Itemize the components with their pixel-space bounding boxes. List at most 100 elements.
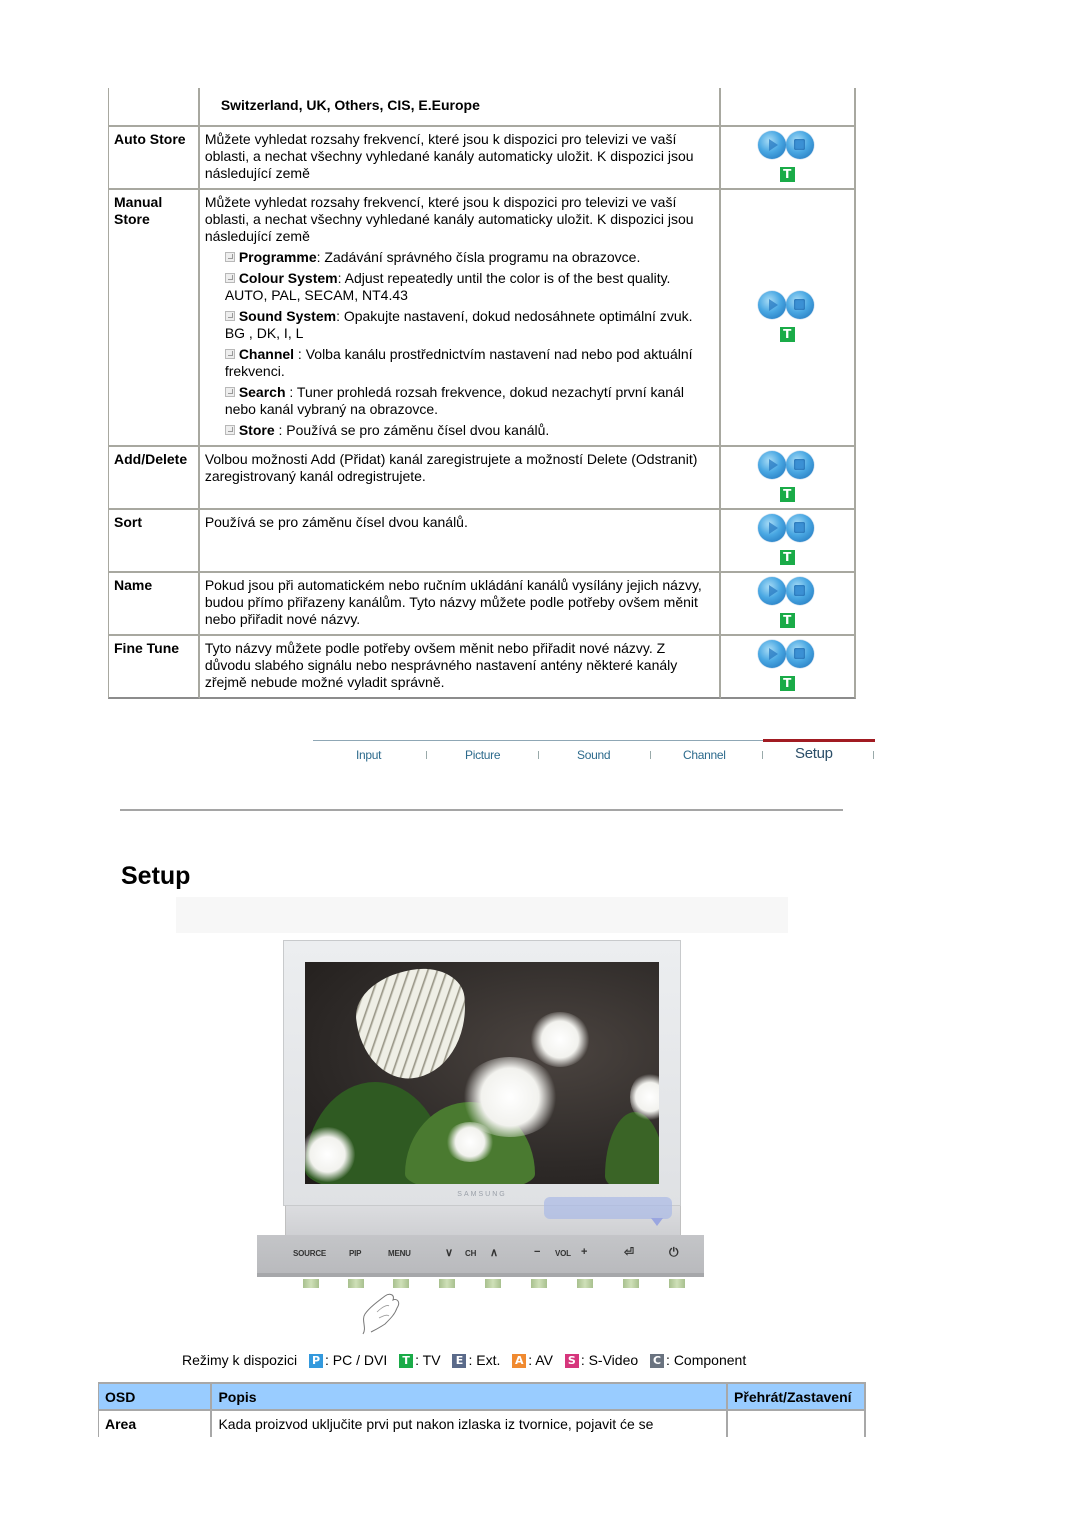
setup-osd-table: OSD Popis Přehrát/Zastavení Area Kada pr…	[98, 1382, 866, 1437]
nav-tab-setup[interactable]: Setup	[795, 745, 833, 762]
sub-item-term: Store	[238, 422, 275, 438]
sub-item-text: : Tuner prohledá rozsah frekvence, dokud…	[224, 384, 684, 417]
mode-text: : PC / DVI	[325, 1352, 388, 1368]
stop-icon[interactable]	[786, 577, 815, 605]
play-stop-control[interactable]	[758, 451, 816, 481]
play-stop-control[interactable]	[758, 131, 816, 161]
sub-item-term: Search	[238, 384, 286, 400]
page-title: Setup	[121, 862, 191, 890]
arrow-down-icon	[651, 1218, 663, 1226]
play-stop-control[interactable]	[758, 577, 816, 607]
column-header-description: Popis	[212, 1382, 729, 1411]
nav-tab-picture[interactable]: Picture	[465, 748, 501, 762]
panel-button	[669, 1279, 685, 1288]
osd-description: Používá se pro záměnu čísel dvou kanálů.	[199, 510, 722, 573]
tv-mode-icon: T	[779, 613, 795, 628]
active-tab-indicator	[763, 739, 875, 742]
bullet-icon	[224, 349, 235, 359]
play-icon[interactable]	[758, 451, 787, 479]
nav-tab-channel[interactable]: Channel	[683, 748, 726, 762]
bullet-icon	[224, 425, 235, 435]
play-stop-cell: T	[721, 447, 856, 510]
nav-separator	[762, 751, 763, 759]
sub-item-text: : Používá se pro záměnu čísel dvou kanál…	[274, 422, 550, 438]
play-icon[interactable]	[758, 131, 787, 159]
play-icon[interactable]	[758, 514, 787, 542]
table-header-row: OSD Popis Přehrát/Zastavení	[98, 1382, 866, 1411]
mode-text: : TV	[415, 1352, 441, 1368]
sub-item-term: Channel	[238, 346, 295, 362]
ch-button-label: CH	[465, 1249, 477, 1258]
table-row: Manual Store Můžete vyhledat rozsahy fre…	[108, 190, 856, 447]
minus-icon: −	[534, 1246, 541, 1258]
play-stop-control[interactable]	[758, 640, 816, 670]
bullet-icon	[224, 311, 235, 321]
table-row: Area Kada proizvod uključite prvi put na…	[98, 1411, 866, 1437]
photo-flower	[530, 1012, 590, 1067]
bullet-icon	[224, 273, 235, 283]
monitor-illustration: SAMSUNG SOURCE PIP MENU ∨ CH ∧ − VOL + ⏎…	[176, 897, 788, 1337]
column-header-play-stop: Přehrát/Zastavení	[728, 1382, 866, 1411]
sub-item-text: : Opakujte nastavení, dokud nedosáhnete …	[336, 308, 693, 324]
osd-description: Kada proizvod uključite prvi put nakon i…	[212, 1411, 729, 1437]
play-stop-cell: T	[721, 573, 856, 636]
bullet-icon	[224, 252, 235, 262]
play-stop-control[interactable]	[758, 291, 816, 321]
control-panel: SOURCE PIP MENU ∨ CH ∧ − VOL + ⏎ ⏻	[257, 1235, 704, 1277]
panel-button	[623, 1279, 639, 1288]
play-stop-cell	[721, 88, 856, 127]
osd-description: Tyto názvy můžete podle potřeby ovšem mě…	[199, 636, 722, 699]
pip-button-label: PIP	[349, 1249, 362, 1258]
stop-icon[interactable]	[786, 131, 815, 159]
play-stop-cell: T	[721, 510, 856, 573]
panel-button	[393, 1279, 409, 1288]
sub-item: Colour System: Adjust repeatedly until t…	[205, 270, 714, 304]
panel-button	[303, 1279, 319, 1288]
play-stop-cell: T	[721, 190, 856, 447]
button-highlight	[544, 1197, 672, 1219]
sub-item: Search : Tuner prohledá rozsah frekvence…	[205, 384, 714, 418]
play-stop-control[interactable]	[758, 514, 816, 544]
modes-label: Režimy k dispozici	[182, 1352, 298, 1368]
stop-icon[interactable]	[786, 640, 815, 668]
mode-text: : AV	[528, 1352, 553, 1368]
vol-button-label: VOL	[555, 1249, 571, 1258]
source-button-label: SOURCE	[293, 1249, 327, 1258]
sub-item: Store : Používá se pro záměnu čísel dvou…	[205, 422, 714, 439]
sub-item-options: AUTO, PAL, SECAM, NT4.43	[224, 287, 408, 303]
mode-text: : Ext.	[468, 1352, 501, 1368]
osd-label: Name	[108, 573, 200, 636]
osd-description: Volbou možnosti Add (Přidat) kanál zareg…	[199, 447, 722, 510]
osd-label: Auto Store	[108, 127, 200, 190]
nav-tab-input[interactable]: Input	[356, 748, 382, 762]
tv-mode-icon: T	[779, 487, 795, 502]
power-icon: ⏻	[669, 1245, 679, 1259]
sub-item-text: : Volba kanálu prostřednictvím nastavení…	[224, 346, 693, 379]
nav-separator	[538, 751, 539, 759]
play-icon[interactable]	[758, 291, 787, 319]
osd-label: Sort	[108, 510, 200, 573]
play-icon[interactable]	[758, 577, 787, 605]
mode-text: : Component	[666, 1352, 747, 1368]
section-divider	[120, 809, 843, 811]
nav-tab-sound[interactable]: Sound	[577, 748, 611, 762]
play-icon[interactable]	[758, 640, 787, 668]
osd-label: Add/Delete	[108, 447, 200, 510]
table-row: Add/Delete Volbou možnosti Add (Přidat) …	[108, 447, 856, 510]
sub-item: Channel : Volba kanálu prostřednictvím n…	[205, 346, 714, 380]
panel-button	[485, 1279, 501, 1288]
osd-description: Můžete vyhledat rozsahy frekvencí, které…	[204, 194, 694, 244]
osd-label: Area	[98, 1411, 213, 1437]
sub-item-text: : Zadávání správného čísla programu na o…	[316, 249, 641, 265]
nav-divider-line	[313, 740, 763, 741]
panel-button	[531, 1279, 547, 1288]
osd-description: Můžete vyhledat rozsahy frekvencí, které…	[199, 127, 722, 190]
table-row: Switzerland, UK, Others, CIS, E.Europe	[108, 88, 856, 127]
photo-flower	[445, 1122, 495, 1162]
photo-butterfly	[351, 964, 473, 1084]
play-stop-cell	[728, 1411, 866, 1437]
stop-icon[interactable]	[786, 291, 815, 319]
stop-icon[interactable]	[786, 514, 815, 542]
stop-icon[interactable]	[786, 451, 815, 479]
mode-text: : S-Video	[580, 1352, 639, 1368]
